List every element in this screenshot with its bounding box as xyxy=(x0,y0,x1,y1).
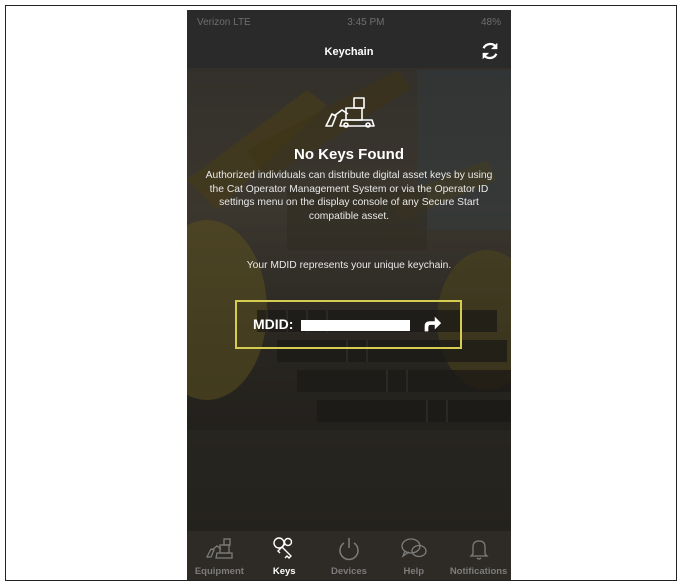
empty-state-description: Authorized individuals can distribute di… xyxy=(205,170,493,222)
equipment-icon xyxy=(325,97,375,128)
tab-notifications[interactable]: Notifications xyxy=(447,535,511,577)
mdid-value-redacted xyxy=(301,320,410,331)
tab-label: Notifications xyxy=(449,566,508,577)
tab-keys[interactable]: Keys xyxy=(252,535,316,577)
phone-screen: Verizon LTE 3:45 PM 48% Keychain No Keys… xyxy=(187,10,511,580)
page-title: Keychain xyxy=(324,45,374,58)
power-icon xyxy=(339,538,359,561)
equipment-icon xyxy=(206,538,234,559)
time-text: 3:45 PM xyxy=(347,17,385,28)
tab-label: Help xyxy=(403,566,425,577)
chat-bubbles-icon xyxy=(401,538,427,558)
mdid-box[interactable]: MDID: xyxy=(235,300,462,349)
refresh-icon[interactable] xyxy=(479,40,501,62)
tab-bar: Equipment Keys Devices Help Notification… xyxy=(187,531,511,580)
mdid-note: Your MDID represents your unique keychai… xyxy=(246,260,452,271)
tab-label: Equipment xyxy=(194,566,244,577)
mdid-label: MDID: xyxy=(253,316,294,332)
carrier-text: Verizon LTE xyxy=(197,17,251,28)
status-bar: Verizon LTE 3:45 PM 48% xyxy=(187,10,511,35)
tab-equipment[interactable]: Equipment xyxy=(187,535,251,577)
navigation-bar: Keychain xyxy=(187,35,511,68)
tab-label: Devices xyxy=(331,566,367,577)
tab-label: Keys xyxy=(272,566,296,577)
keys-icon xyxy=(273,537,293,559)
tab-devices[interactable]: Devices xyxy=(317,535,381,577)
share-arrow-icon[interactable] xyxy=(421,313,443,335)
empty-state-title: No Keys Found xyxy=(293,146,404,163)
tab-help[interactable]: Help xyxy=(382,535,446,577)
bell-icon xyxy=(469,540,489,560)
battery-text: 48% xyxy=(480,17,501,28)
